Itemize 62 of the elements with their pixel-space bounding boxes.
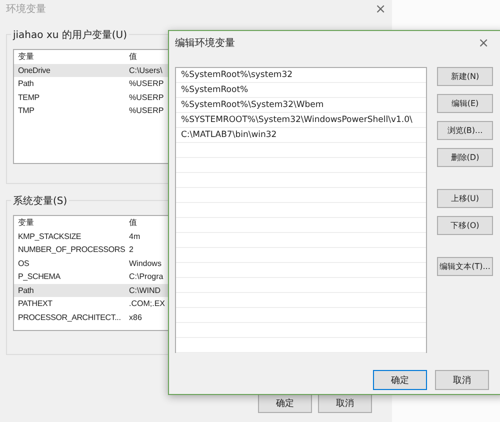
variable-name: TMP [17,106,36,116]
window-title: 环境变量 [6,2,46,16]
dialog-button[interactable]: 确定 [373,370,427,390]
variable-row[interactable]: Path C:\WIND [14,284,168,297]
variable-name: P_SCHEMA [17,272,62,282]
variable-value: x86 [128,312,142,322]
variable-value: C:\Users\ [128,66,162,75]
variable-row[interactable]: TMP %USERP [14,104,168,118]
variable-list[interactable]: 变量 值 KMP_STACKSIZE 4m NUMBER_OF_PROCESSORS 2 OS Windows P_SCHEMA C:\Progra Path C:\WIND PATHEXT .COM;.EX PROCESSOR_ARCHITECT... x86 [13,215,169,331]
variable-value: .COM;.EX [128,299,166,308]
path-entry[interactable]: C:\MATLAB7\bin\win32 [176,130,277,140]
action-button[interactable]: 上移(U) [437,189,493,208]
variable-value: %USERP [128,92,164,102]
action-button[interactable]: 浏览(B)... [437,121,493,140]
group-label: 系统变量(S) [11,194,70,208]
variable-name: PROCESSOR_ARCHITECT... [17,312,122,322]
variable-name: PATHEXT [17,299,54,308]
variable-name: OneDrive [17,66,52,75]
variable-name: KMP_STACKSIZE [17,232,82,241]
path-list[interactable]: %SystemRoot%\system32 %SystemRoot% %SystemRoot%\System32\Wbem %SYSTEMROOT%\System32\WindowsPowerShell\v1.0\ C:\MATLAB7\bin\win32 [175,67,427,353]
variable-row[interactable]: OneDrive C:\Users\ [14,64,168,77]
action-button[interactable]: 编辑文本(T)... [437,257,493,276]
variable-value: C:\Progra [128,272,164,282]
column-header: 值 [128,217,137,228]
action-button[interactable]: 下移(O) [437,216,493,235]
variable-row[interactable]: PATHEXT .COM;.EX [14,297,168,310]
variable-row[interactable]: NUMBER_OF_PROCESSORS 2 [14,243,168,256]
variable-value: %USERP [128,106,164,116]
variable-value: Windows [128,258,162,268]
variable-value: C:\WIND [128,286,161,295]
dialog-button[interactable]: 确定 [258,393,312,413]
action-button[interactable]: 新建(N) [437,67,493,86]
column-header: 变量 [17,51,35,62]
variable-name: NUMBER_OF_PROCESSORS [17,245,126,254]
path-entry[interactable]: %SystemRoot% [176,85,248,95]
action-button[interactable]: 删除(D) [437,148,493,167]
variable-name: Path [17,286,35,295]
variable-name: TEMP [17,92,40,102]
action-button[interactable]: 编辑(E) [437,94,493,113]
variable-row[interactable]: KMP_STACKSIZE 4m [14,230,168,243]
path-entry[interactable]: %SystemRoot%\System32\Wbem [176,100,324,110]
variable-row[interactable]: Path %USERP [14,77,168,90]
dialog-title: 编辑环境变量 [175,36,235,50]
variable-row[interactable]: P_SCHEMA C:\Progra [14,270,168,284]
dialog-button[interactable]: 取消 [435,370,489,390]
variable-name: Path [17,79,35,88]
variable-row[interactable]: PROCESSOR_ARCHITECT... x86 [14,310,168,324]
variable-value: 2 [128,245,134,254]
path-entry[interactable]: %SystemRoot%\system32 [176,70,293,80]
column-header: 值 [128,51,137,62]
group-label: jiahao xu 的用户变量(U) [11,28,130,42]
close-button[interactable]: × [478,36,489,50]
variable-value: 4m [128,232,140,241]
variable-value: %USERP [128,79,164,88]
path-entry[interactable]: %SYSTEMROOT%\System32\WindowsPowerShell\v1.0\ [176,115,412,125]
close-button[interactable]: × [375,2,386,16]
variable-row[interactable]: OS Windows [14,256,168,270]
column-header: 变量 [17,217,35,228]
variable-name: OS [17,258,30,268]
variable-list[interactable]: 变量 值 OneDrive C:\Users\ Path %USERP TEMP %USERP TMP %USERP [13,49,169,164]
dialog-button[interactable]: 取消 [318,393,372,413]
variable-row[interactable]: TEMP %USERP [14,90,168,104]
